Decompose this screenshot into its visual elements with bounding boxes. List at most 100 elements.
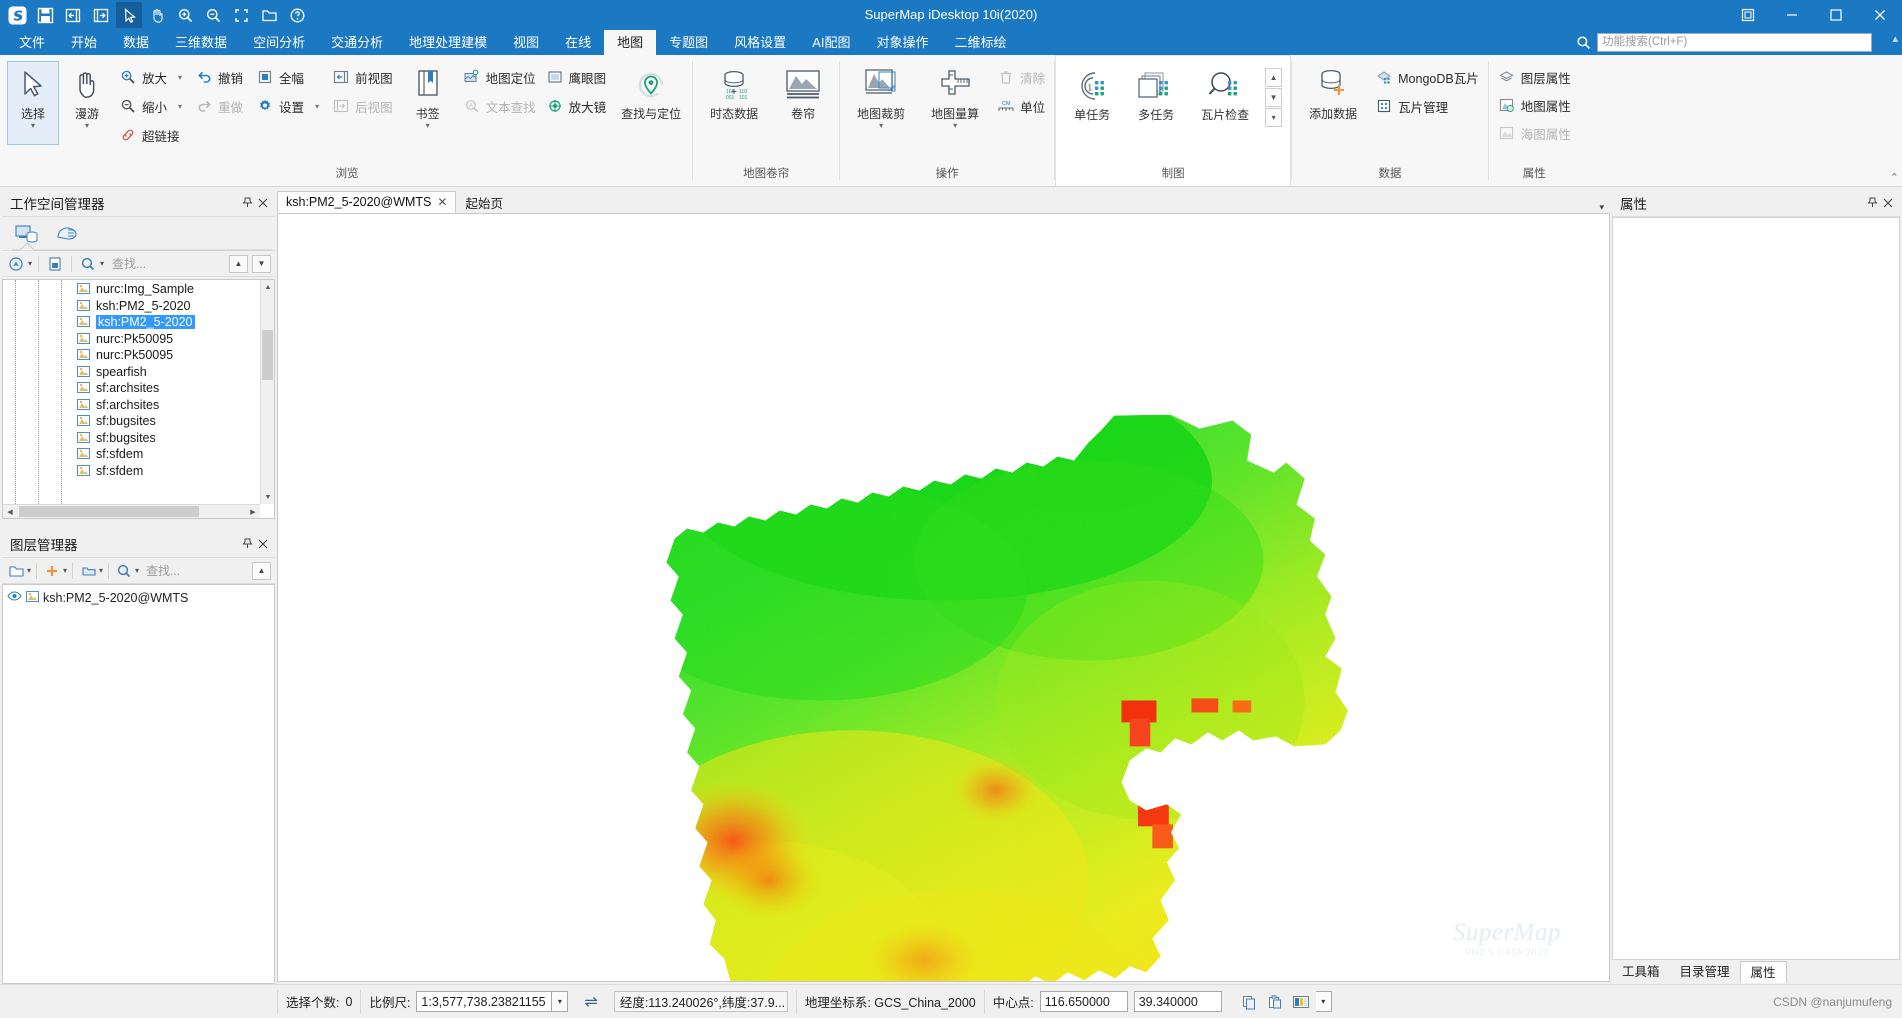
layer-visibility-icon[interactable] bbox=[7, 590, 22, 605]
tab-data[interactable]: 数据 bbox=[110, 30, 162, 55]
pan-tool-button[interactable]: 漫游 ▾ bbox=[61, 61, 113, 145]
search-input[interactable]: 功能搜索(Ctrl+F) bbox=[1597, 33, 1872, 52]
full-extent-icon[interactable] bbox=[228, 2, 254, 28]
chevron-down-icon[interactable]: ▾ bbox=[31, 122, 35, 130]
swap-icon[interactable]: ⇌ bbox=[584, 992, 597, 1012]
select-tool-button[interactable]: 选择 ▾ bbox=[7, 61, 59, 145]
scroll-up-button[interactable]: ▲ bbox=[1265, 68, 1283, 87]
chart-property-button[interactable]: 海图属性 bbox=[1494, 120, 1575, 146]
new-layer-group-icon[interactable] bbox=[6, 561, 26, 581]
swipe-button[interactable]: 卷帘 bbox=[772, 61, 834, 145]
center-x-input[interactable]: 116.650000 bbox=[1039, 991, 1128, 1012]
unit-button[interactable]: CM 单位 bbox=[993, 93, 1049, 119]
maximize-window-button[interactable] bbox=[1814, 0, 1858, 30]
magnifier-button[interactable]: 放大镜 bbox=[542, 93, 611, 119]
layer-row[interactable]: ksh:PM2_5-2020@WMTS bbox=[5, 589, 272, 606]
chevron-down-icon[interactable]: ▾ bbox=[135, 566, 139, 575]
tab-spatial-analysis[interactable]: 空间分析 bbox=[240, 30, 318, 55]
browse-mode-icon[interactable] bbox=[6, 254, 26, 274]
zoom-out-button[interactable]: 缩小 ▾ bbox=[115, 93, 186, 119]
close-icon[interactable] bbox=[1880, 195, 1896, 211]
document-tab-start-page[interactable]: 起始页 bbox=[456, 191, 512, 213]
scrollbar-thumb[interactable] bbox=[262, 330, 273, 380]
prev-result-icon[interactable]: ▲ bbox=[229, 254, 248, 273]
pin-icon[interactable] bbox=[239, 195, 255, 211]
tab-thematic-map[interactable]: 专题图 bbox=[656, 30, 721, 55]
tab-geoprocessing-modeling[interactable]: 地理处理建模 bbox=[396, 30, 500, 55]
chevron-down-icon[interactable]: ▾ bbox=[28, 259, 32, 268]
open-folder-icon[interactable] bbox=[256, 2, 282, 28]
ribbon-group-scroller[interactable]: ▲ ▼ ▾ bbox=[1265, 68, 1283, 127]
scroll-down-button[interactable]: ▼ bbox=[261, 490, 274, 504]
eagle-eye-button[interactable]: 鹰眼图 bbox=[542, 64, 611, 90]
prev-view-button[interactable]: 前视图 bbox=[328, 64, 397, 90]
map-clip-button[interactable]: 地图裁剪 ▾ bbox=[845, 61, 917, 145]
chevron-down-icon[interactable]: ▾ bbox=[426, 122, 430, 130]
minimize-window-button[interactable] bbox=[1770, 0, 1814, 30]
add-data-button[interactable]: 添加数据 bbox=[1297, 61, 1369, 145]
pan-hand-icon[interactable] bbox=[144, 2, 170, 28]
layer-property-button[interactable]: 图层属性 bbox=[1494, 64, 1575, 90]
scroll-down-button[interactable]: ▼ bbox=[1265, 88, 1283, 107]
layout-view-icon[interactable] bbox=[1290, 991, 1312, 1013]
close-icon[interactable] bbox=[255, 195, 271, 211]
chevron-down-icon[interactable]: ▾ bbox=[178, 73, 182, 82]
tile-inspect-button[interactable]: 瓦片检查 bbox=[1189, 62, 1261, 146]
chevron-down-icon[interactable]: ▾ bbox=[178, 102, 182, 111]
hyperlink-button[interactable]: 超链接 bbox=[115, 122, 186, 148]
close-icon[interactable] bbox=[255, 536, 271, 552]
app-logo-icon[interactable] bbox=[4, 2, 30, 28]
chevron-down-icon[interactable]: ▾ bbox=[99, 566, 103, 575]
workspace-find-input[interactable]: 查找... bbox=[108, 255, 225, 272]
collapse-icon[interactable]: ▲ bbox=[252, 561, 271, 580]
help-icon[interactable] bbox=[284, 2, 310, 28]
scroll-more-button[interactable]: ▾ bbox=[1265, 108, 1283, 127]
map-measure-button[interactable]: 地图量算 ▾ bbox=[919, 61, 991, 145]
next-result-icon[interactable]: ▼ bbox=[252, 254, 271, 273]
mongodb-tile-button[interactable]: MongoDB瓦片 bbox=[1371, 64, 1483, 90]
tab-traffic-analysis[interactable]: 交通分析 bbox=[318, 30, 396, 55]
tab-style-settings[interactable]: 风格设置 bbox=[721, 30, 799, 55]
scrollbar-thumb[interactable] bbox=[19, 506, 199, 517]
chevron-down-icon[interactable]: ▾ bbox=[100, 259, 104, 268]
chevron-down-icon[interactable]: ▾ bbox=[315, 102, 319, 111]
layer-group-icon[interactable] bbox=[78, 561, 98, 581]
scroll-right-button[interactable]: ▶ bbox=[246, 505, 260, 519]
zoom-in-button[interactable]: 放大 ▾ bbox=[115, 64, 186, 90]
center-y-input[interactable]: 39.340000 bbox=[1133, 991, 1222, 1012]
tab-map[interactable]: 地图 bbox=[604, 30, 657, 55]
select-arrow-icon[interactable] bbox=[116, 2, 142, 28]
chevron-down-icon[interactable]: ▾ bbox=[63, 566, 67, 575]
undo-button[interactable]: 撤销 bbox=[191, 64, 247, 90]
chevron-down-icon[interactable]: ▾ bbox=[953, 122, 957, 130]
tab-2d-plotting[interactable]: 二维标绘 bbox=[942, 30, 1020, 55]
workspace-tree-hscrollbar[interactable]: ◀ ▶ bbox=[3, 504, 260, 518]
bookmark-button[interactable]: 书签 ▾ bbox=[402, 61, 454, 145]
close-icon[interactable]: ✕ bbox=[437, 195, 447, 209]
single-task-button[interactable]: 1 单任务 bbox=[1061, 62, 1123, 146]
zoom-out-icon[interactable] bbox=[200, 2, 226, 28]
swap-coordinate-cell[interactable]: ⇌ bbox=[576, 985, 605, 1018]
tab-online[interactable]: 在线 bbox=[552, 30, 604, 55]
clear-button[interactable]: 清除 bbox=[993, 64, 1049, 90]
tile-manage-button[interactable]: 瓦片管理 bbox=[1371, 93, 1483, 119]
chevron-down-icon[interactable]: ▾ bbox=[879, 122, 883, 130]
tab-properties[interactable]: 属性 bbox=[1739, 961, 1787, 983]
document-tab-map[interactable]: ksh:PM2_5-2020@WMTS ✕ bbox=[277, 191, 457, 213]
scale-input[interactable]: 1:3,577,738.23821155 bbox=[416, 991, 553, 1012]
restore-window-button[interactable] bbox=[1726, 0, 1770, 30]
pin-icon[interactable] bbox=[239, 536, 255, 552]
chevron-down-icon[interactable]: ▾ bbox=[1599, 202, 1610, 213]
paste-coord-icon[interactable] bbox=[1264, 991, 1286, 1013]
workspace-tree-vscrollbar[interactable]: ▲ ▼ bbox=[260, 280, 274, 504]
tab-object-operation[interactable]: 对象操作 bbox=[863, 30, 941, 55]
copy-coord-icon[interactable] bbox=[1238, 991, 1260, 1013]
search-icon[interactable] bbox=[114, 561, 134, 581]
layout-dropdown-icon[interactable]: ▾ bbox=[1315, 991, 1332, 1012]
save-icon[interactable] bbox=[32, 2, 58, 28]
tab-3d-data[interactable]: 三维数据 bbox=[162, 30, 240, 55]
redo-panel-icon[interactable] bbox=[88, 2, 114, 28]
workspace-tree[interactable]: nurc:Img_Sample ksh:PM2_5-2020 ksh:PM2_5… bbox=[2, 279, 275, 519]
pin-icon[interactable] bbox=[1864, 195, 1880, 211]
tab-toolbox[interactable]: 工具箱 bbox=[1612, 961, 1670, 983]
